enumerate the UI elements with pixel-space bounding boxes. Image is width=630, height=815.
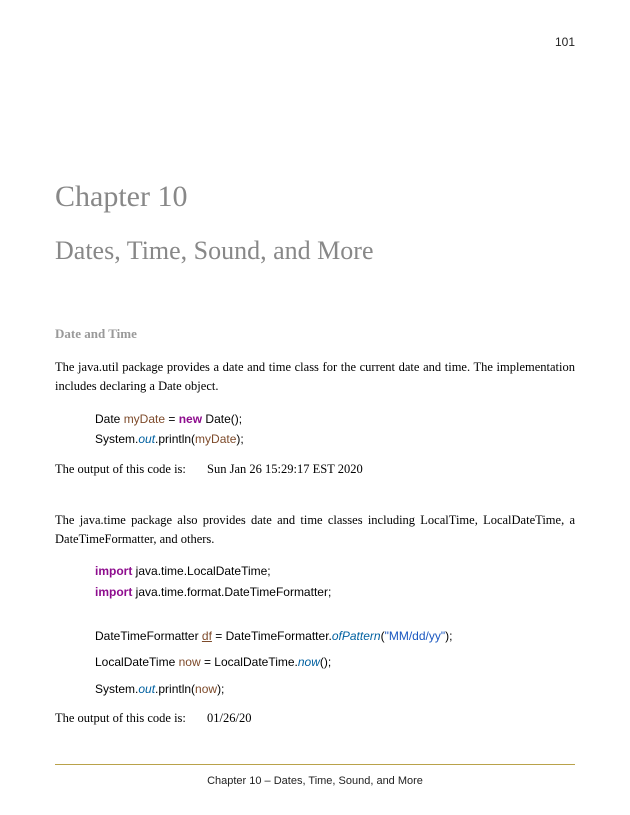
footer-rule [55, 764, 575, 765]
code-token: java.time.format.DateTimeFormatter; [132, 585, 331, 599]
code-var: now [195, 682, 217, 696]
chapter-heading: Chapter 10 [55, 180, 575, 214]
code-token: .println( [155, 432, 195, 446]
output-value: Sun Jan 26 15:29:17 EST 2020 [207, 462, 363, 477]
page-number: 101 [555, 35, 575, 49]
code-token: ); [217, 682, 224, 696]
code-line: DateTimeFormatter df = DateTimeFormatter… [95, 626, 575, 646]
output-label: The output of this code is: [55, 711, 186, 726]
code-line: import java.time.LocalDateTime; [95, 561, 575, 581]
code-token: = [165, 412, 179, 426]
code-static: ofPattern [332, 629, 381, 643]
paragraph-2: The java.time package also provides date… [55, 511, 575, 550]
code-keyword: import [95, 564, 132, 578]
output-label: The output of this code is: [55, 462, 186, 477]
code-token: LocalDateTime [95, 655, 179, 669]
section-heading: Date and Time [55, 326, 575, 342]
code-token: (); [320, 655, 331, 669]
code-static: out [138, 682, 155, 696]
code-keyword: import [95, 585, 132, 599]
code-token: ); [445, 629, 452, 643]
code-token: = DateTimeFormatter. [212, 629, 332, 643]
output-line-1: The output of this code is: Sun Jan 26 1… [55, 462, 575, 477]
code-line: import java.time.format.DateTimeFormatte… [95, 582, 575, 602]
code-token: Date(); [202, 412, 242, 426]
code-static: now [298, 655, 320, 669]
output-line-2: The output of this code is: 01/26/20 [55, 711, 575, 726]
code-line: LocalDateTime now = LocalDateTime.now(); [95, 652, 575, 672]
code-block-1: Date myDate = new Date(); System.out.pri… [95, 409, 575, 450]
code-line: System.out.println(myDate); [95, 429, 575, 449]
code-block-3: DateTimeFormatter df = DateTimeFormatter… [95, 626, 575, 699]
code-token: System. [95, 682, 138, 696]
code-token: .println( [155, 682, 195, 696]
chapter-title: Dates, Time, Sound, and More [55, 236, 575, 266]
footer-text: Chapter 10 – Dates, Time, Sound, and Mor… [0, 775, 630, 787]
paragraph-1: The java.util package provides a date an… [55, 358, 575, 397]
code-token: ); [236, 432, 243, 446]
output-value: 01/26/20 [207, 711, 251, 726]
code-static: out [138, 432, 155, 446]
code-token: System. [95, 432, 138, 446]
code-token: Date [95, 412, 124, 426]
code-var: myDate [195, 432, 236, 446]
code-line: System.out.println(now); [95, 679, 575, 699]
code-keyword: new [179, 412, 202, 426]
code-block-2: import java.time.LocalDateTime; import j… [95, 561, 575, 602]
code-token: = LocalDateTime. [201, 655, 298, 669]
code-token: java.time.LocalDateTime; [132, 564, 270, 578]
code-string: "MM/dd/yy" [385, 629, 446, 643]
code-var: df [202, 629, 212, 643]
code-var: now [179, 655, 201, 669]
code-token: DateTimeFormatter [95, 629, 202, 643]
code-line: Date myDate = new Date(); [95, 409, 575, 429]
code-var: myDate [124, 412, 165, 426]
